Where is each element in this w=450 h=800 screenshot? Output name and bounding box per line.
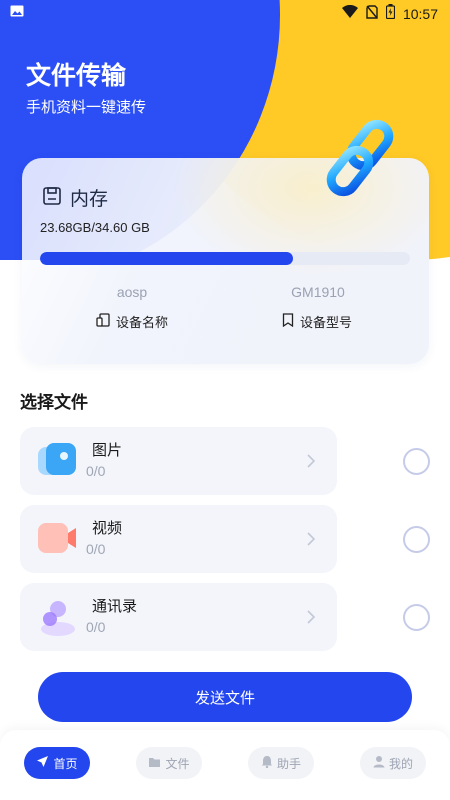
page-title: 文件传输 <box>26 61 127 90</box>
chain-link-icon <box>318 116 410 206</box>
nav-tab-home[interactable]: 首页 <box>24 747 90 779</box>
bottom-nav: 首页 文件 助手 我的 <box>0 730 450 800</box>
checkbox-videos[interactable] <box>403 526 430 553</box>
bookmark-icon <box>282 312 294 331</box>
file-type-count: 0/0 <box>86 463 106 479</box>
nav-tab-label: 首页 <box>53 756 78 771</box>
user-icon <box>373 755 385 771</box>
storage-icon <box>42 186 62 210</box>
page-subtitle: 手机资料一键速传 <box>26 98 147 116</box>
gallery-notification-icon <box>10 5 24 21</box>
storage-progress-fill <box>40 252 294 265</box>
file-row-videos[interactable]: 视频 0/0 <box>20 505 337 573</box>
device-model-label-text: 设备型号 <box>299 316 352 331</box>
file-type-count: 0/0 <box>86 541 106 557</box>
bell-icon <box>261 755 273 771</box>
storage-progress-bar <box>40 252 410 265</box>
nav-tab-label: 我的 <box>388 756 413 771</box>
checkbox-images[interactable] <box>403 448 430 475</box>
chevron-right-icon <box>307 609 316 628</box>
storage-usage-text: 23.68GB/34.60 GB <box>40 220 150 235</box>
file-type-name: 视频 <box>92 519 123 537</box>
send-files-button[interactable]: 发送文件 <box>38 672 412 722</box>
select-files-heading: 选择文件 <box>20 393 88 413</box>
device-name-label-text: 设备名称 <box>115 316 168 331</box>
nav-tab-files[interactable]: 文件 <box>136 747 202 779</box>
chevron-right-icon <box>307 453 316 472</box>
video-icon <box>38 519 78 559</box>
folder-icon <box>148 756 161 771</box>
clock: 10:57 <box>402 5 438 22</box>
storage-label: 内存 <box>70 188 109 210</box>
checkbox-contacts[interactable] <box>403 604 430 631</box>
nav-tab-label: 文件 <box>165 756 190 771</box>
file-type-count: 0/0 <box>86 619 106 635</box>
device-model-label: 设备型号 <box>242 312 392 331</box>
device-icon <box>96 312 110 331</box>
file-row-contacts[interactable]: 通讯录 0/0 <box>20 583 337 651</box>
device-name-label: 设备名称 <box>57 312 207 331</box>
wifi-icon <box>341 4 358 22</box>
device-name-value: aosp <box>116 284 148 300</box>
chevron-right-icon <box>307 531 316 550</box>
nav-tab-me[interactable]: 我的 <box>360 747 426 779</box>
send-icon <box>36 755 49 771</box>
file-type-name: 图片 <box>92 441 123 459</box>
nav-tab-label: 助手 <box>276 756 301 771</box>
battery-charging-icon <box>385 4 396 23</box>
status-bar: 10:57 <box>0 0 450 24</box>
device-model-value: GM1910 <box>291 284 345 300</box>
file-row-images[interactable]: 图片 0/0 <box>20 427 337 495</box>
image-icon <box>38 441 78 481</box>
file-type-name: 通讯录 <box>92 597 138 615</box>
no-sim-icon <box>366 4 378 23</box>
contacts-icon <box>38 597 78 637</box>
nav-tab-assistant[interactable]: 助手 <box>248 747 314 779</box>
